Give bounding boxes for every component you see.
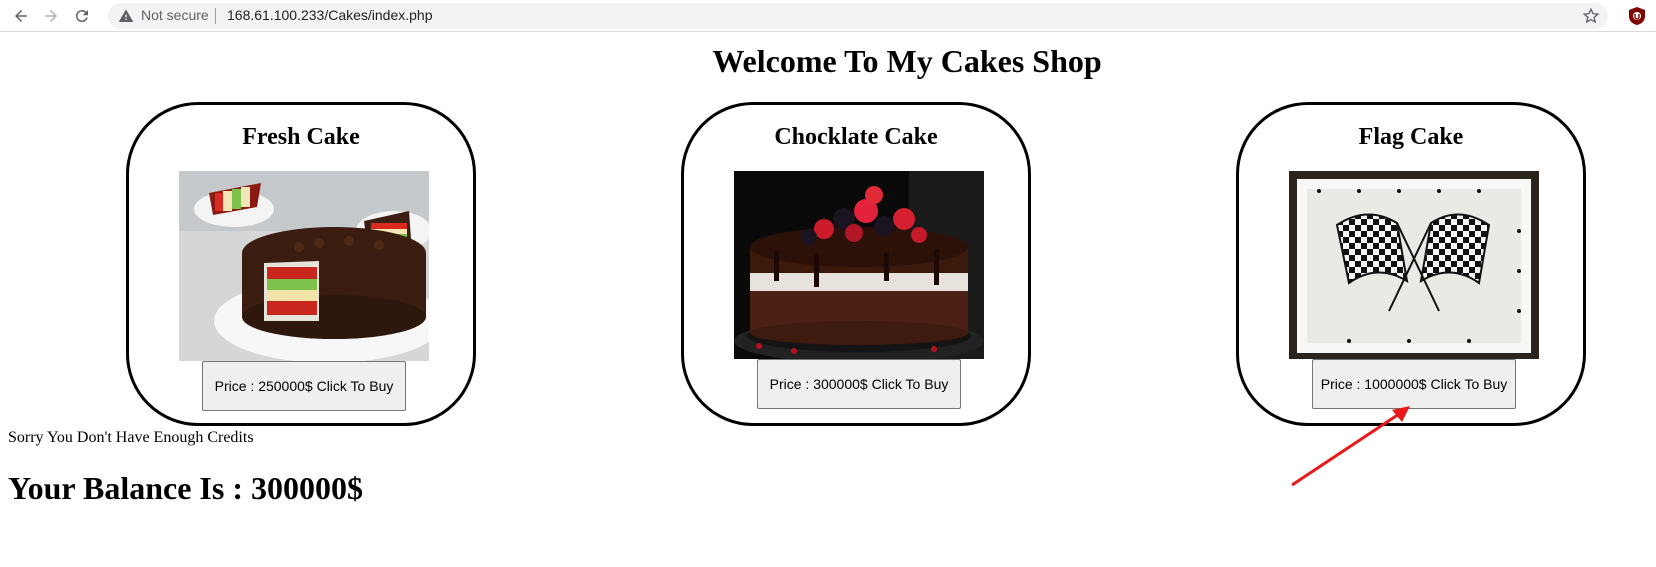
error-message: Sorry You Don't Have Enough Credits bbox=[8, 429, 254, 446]
reload-icon[interactable] bbox=[71, 5, 93, 27]
page-title: Welcome To My Cakes Shop bbox=[712, 43, 1102, 79]
cake-card-chocolate: Chocklate Cake Price: 300000$ Click To … bbox=[681, 102, 1031, 426]
annotation-arrow-icon bbox=[1291, 406, 1410, 487]
url-text[interactable]: 168.61.100.233/Cakes/index.php bbox=[227, 7, 433, 23]
forward-arrow-icon[interactable] bbox=[40, 5, 62, 27]
cake-card-fresh: Fresh Cake Price: 250000$ Click To Buy bbox=[126, 102, 476, 426]
address-bar[interactable]: Not secure 168.61.100.233/Cakes/index.ph… bbox=[108, 3, 1608, 29]
fresh-cake-image bbox=[179, 171, 429, 361]
cake-title: Flag Cake bbox=[1358, 124, 1464, 150]
star-icon[interactable] bbox=[1582, 7, 1600, 25]
browser-toolbar: Not secure 168.61.100.233/Cakes/index.ph… bbox=[0, 0, 1656, 32]
cake-title: Chocklate Cake bbox=[774, 124, 938, 150]
cake-card-flag: Flag Cake Price: 1000000$ Click To Buy bbox=[1236, 102, 1586, 426]
chocolate-cake-image bbox=[734, 171, 984, 359]
balance-heading: Your Balance Is : 300000$ bbox=[8, 470, 363, 506]
ublock-icon[interactable] bbox=[1628, 6, 1646, 26]
back-arrow-icon[interactable] bbox=[10, 5, 32, 27]
buy-chocolate-cake-button[interactable]: Price : 300000$ Click To Buy bbox=[757, 359, 961, 409]
cake-title: Fresh Cake bbox=[242, 124, 360, 150]
warning-triangle-icon[interactable] bbox=[118, 8, 134, 24]
flag-cake-image bbox=[1289, 171, 1539, 359]
security-status[interactable]: Not secure bbox=[141, 7, 209, 23]
divider bbox=[215, 8, 216, 24]
buy-fresh-cake-button[interactable]: Price : 250000$ Click To Buy bbox=[202, 361, 406, 411]
